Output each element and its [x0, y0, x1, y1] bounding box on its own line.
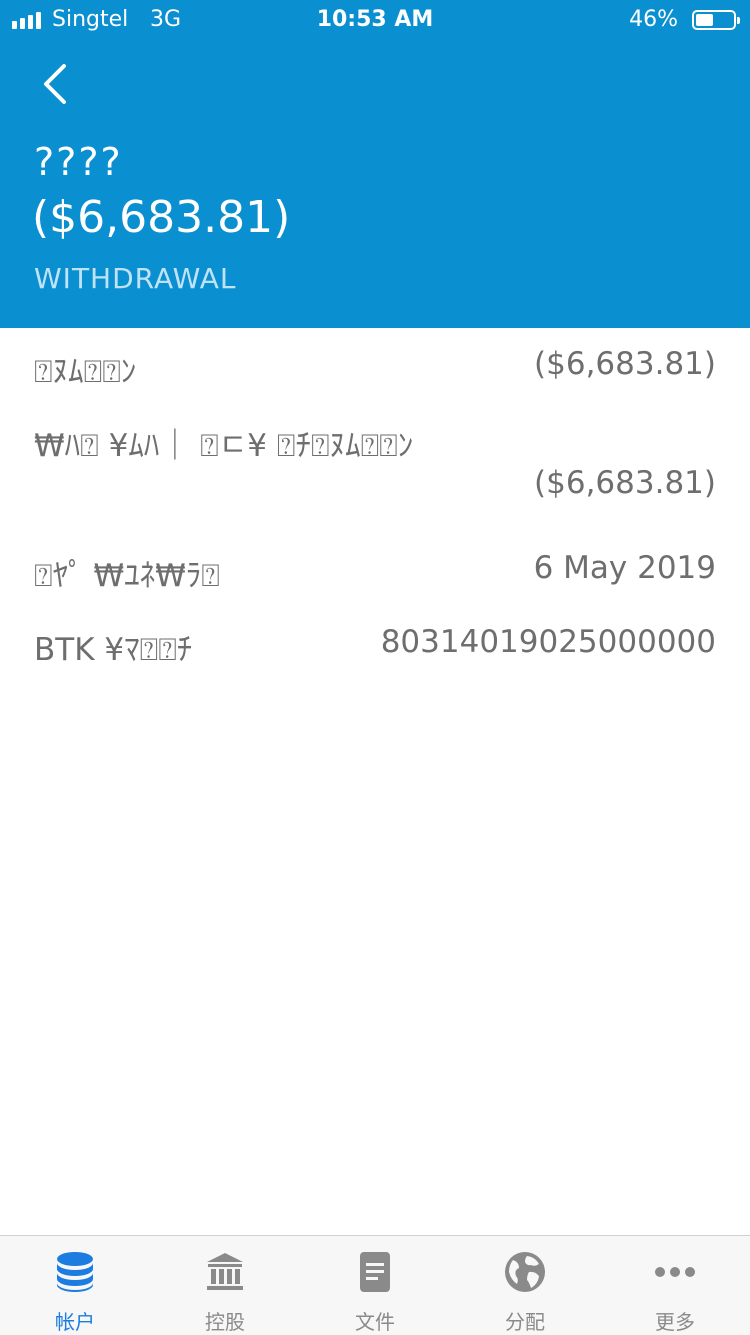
detail-label: ⍰ﾔﾟ ₩ﾕﾈ₩ﾗ⍰ [34, 558, 220, 594]
transaction-amount: ($6,683.81) [32, 192, 291, 243]
back-button[interactable] [36, 58, 80, 110]
globe-icon [505, 1252, 545, 1292]
detail-label: ⍰ﾇﾑ⍰⍰ﾝ [34, 354, 137, 390]
tab-documents[interactable]: 文件 [300, 1236, 450, 1335]
status-bar: Singtel 3G 10:53 AM 46% [0, 0, 750, 40]
detail-label: ₩ﾊ⍰ ¥ﾑﾊ｜ ⍰ㄷ¥ ⍰ﾁ⍰ﾇﾑ⍰⍰ﾝ [34, 428, 414, 464]
tab-label: 更多 [655, 1310, 695, 1334]
transaction-title: ???? [34, 140, 123, 184]
detail-label: BTK ¥ﾏ⍰⍰ﾁ [34, 632, 193, 668]
document-icon [360, 1252, 390, 1292]
tab-label: 帐户 [55, 1310, 95, 1334]
battery-percent: 46% [629, 7, 678, 32]
tab-bar: 帐户 控股 文件 分配 更多 [0, 1235, 750, 1335]
detail-value: 6 May 2019 [533, 550, 716, 586]
bank-icon [207, 1253, 243, 1290]
tab-label: 分配 [505, 1310, 545, 1334]
detail-value: 80314019025000000 [380, 624, 716, 660]
battery-icon [692, 10, 740, 30]
tab-accounts[interactable]: 帐户 [0, 1236, 150, 1335]
detail-row: ₩ﾊ⍰ ¥ﾑﾊ｜ ⍰ㄷ¥ ⍰ﾁ⍰ﾇﾑ⍰⍰ﾝ ($6,683.81) [34, 420, 716, 501]
transaction-type: WITHDRAWAL [34, 262, 237, 295]
more-icon [655, 1267, 695, 1277]
tab-label: 文件 [355, 1310, 395, 1334]
tab-label: 控股 [205, 1310, 245, 1334]
tab-more[interactable]: 更多 [600, 1236, 750, 1335]
database-icon [57, 1252, 93, 1292]
tab-allocation[interactable]: 分配 [450, 1236, 600, 1335]
tab-holdings[interactable]: 控股 [150, 1236, 300, 1335]
chevron-left-icon [44, 64, 66, 104]
detail-value: ($6,683.81) [534, 465, 716, 501]
battery-fill [696, 14, 713, 26]
transaction-header: Singtel 3G 10:53 AM 46% ???? ($6,683.81)… [0, 0, 750, 328]
detail-value: ($6,683.81) [534, 346, 716, 382]
